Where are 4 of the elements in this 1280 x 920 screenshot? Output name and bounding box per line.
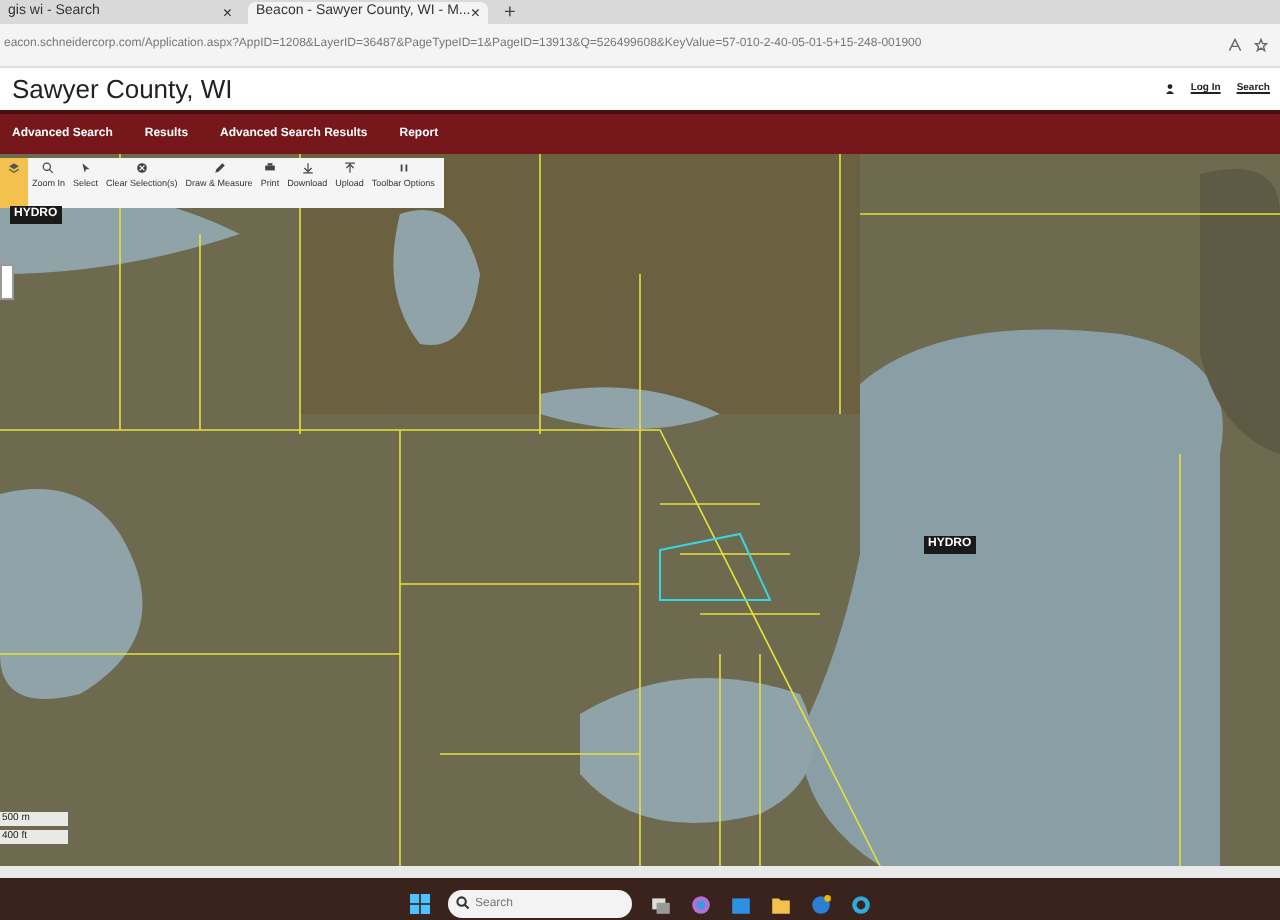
site-title: Sawyer County, WI — [12, 71, 233, 108]
new-tab-button[interactable]: + — [496, 4, 524, 24]
close-icon[interactable]: × — [470, 5, 480, 21]
close-icon[interactable]: × — [222, 5, 232, 21]
